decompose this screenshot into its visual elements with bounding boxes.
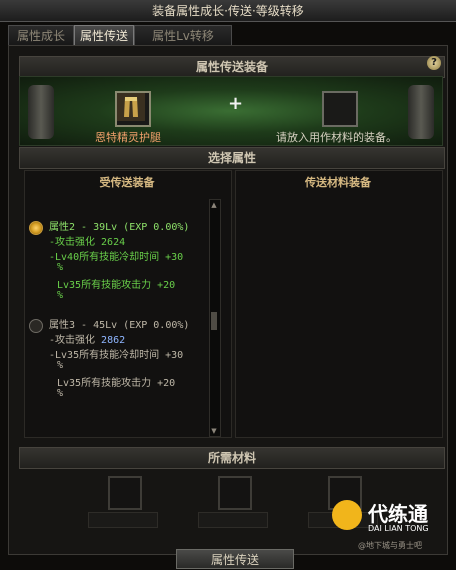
source-item-slot[interactable]: [115, 91, 151, 127]
watermark-brand-en: DAI LIAN TONG: [368, 524, 429, 533]
attribute-option-1-line: Lv35所有技能攻击力 +20: [57, 280, 176, 291]
required-material-slot[interactable]: [218, 476, 252, 510]
scroll-down-icon[interactable]: ▼: [210, 426, 218, 436]
attribute-option-2-line-text: -攻击强化: [49, 335, 102, 346]
left-pillar-ornament: [28, 85, 54, 139]
watermark-brand: 代练通: [368, 502, 428, 526]
scrollbar-thumb[interactable]: [211, 312, 217, 330]
watermark: 代练通 DAI LIAN TONG @地下城与勇士吧: [330, 494, 456, 552]
attribute-option-2-line: Lv35所有技能攻击力 +20: [57, 378, 176, 389]
tab-attribute-level-transfer[interactable]: 属性Lv转移: [134, 25, 232, 46]
transfer-section-title: 属性传送装备: [19, 56, 445, 78]
help-icon[interactable]: ?: [427, 56, 441, 70]
target-item-placeholder: 请放入用作材料的装备。: [276, 131, 397, 144]
attribute-option-1-line: %: [57, 290, 64, 301]
select-attribute-title: 选择属性: [19, 147, 445, 169]
required-materials-title: 所需材料: [19, 447, 445, 469]
tab-attribute-transfer[interactable]: 属性传送: [74, 25, 134, 46]
attribute-option-radio-1[interactable]: [29, 221, 43, 235]
attribute-list-scrollbar[interactable]: ▲ ▼: [209, 199, 221, 437]
leg-armor-icon: [117, 93, 145, 121]
attribute-option-2-line: %: [57, 360, 64, 371]
required-material-slot[interactable]: [108, 476, 142, 510]
receiving-equipment-header: 受传送装备: [99, 176, 155, 189]
attribute-option-1-line: -攻击强化 2624: [49, 237, 126, 248]
attribute-option-2-line: %: [57, 388, 64, 399]
attribute-option-1-title: 属性2 - 39Lv (EXP 0.00%): [49, 222, 190, 233]
attribute-option-1-line: -Lv40所有技能冷却时间 +30: [49, 252, 184, 263]
attribute-option-2-title: 属性3 - 45Lv (EXP 0.00%): [49, 320, 190, 331]
watermark-caption: @地下城与勇士吧: [358, 541, 422, 550]
source-item-name: 恩特精灵护腿: [95, 131, 161, 144]
scroll-up-icon[interactable]: ▲: [210, 200, 218, 210]
material-equipment-panel: [235, 170, 443, 438]
attribute-option-radio-2[interactable]: [29, 319, 43, 333]
attribute-option-2-line: -攻击强化 2862: [49, 331, 125, 346]
receiving-equipment-panel: [24, 170, 232, 438]
required-material-count: [88, 512, 158, 528]
plus-symbol: +: [228, 93, 244, 114]
attribute-option-2-line: -Lv35所有技能冷却时间 +30: [49, 350, 184, 361]
required-material-count: [198, 512, 268, 528]
material-item-slot[interactable]: [322, 91, 358, 127]
brand-logo-icon: [332, 500, 362, 530]
attribute-option-1-line: %: [57, 262, 64, 273]
right-pillar-ornament: [408, 85, 434, 139]
tab-attribute-growth[interactable]: 属性成长: [8, 25, 74, 46]
material-equipment-header: 传送材料装备: [305, 176, 371, 189]
window-title: 装备属性成长·传送·等级转移: [0, 0, 456, 22]
attribute-transfer-button[interactable]: 属性传送: [176, 549, 294, 569]
attribute-option-2-highlight-value: 2862: [101, 335, 126, 346]
